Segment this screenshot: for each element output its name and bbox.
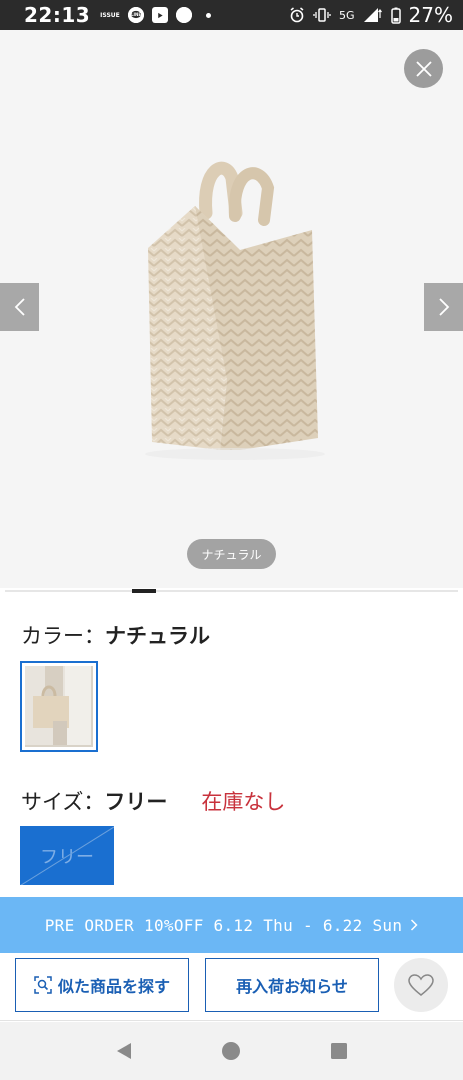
- line-icon: LINE: [127, 7, 144, 23]
- signal-icon: [363, 7, 383, 23]
- chevron-right-icon: [438, 298, 449, 316]
- status-time: 22:13: [24, 3, 91, 27]
- restock-notify-label: 再入荷お知らせ: [236, 977, 348, 996]
- swatch-image: [25, 666, 91, 745]
- image-color-label: ナチュラル: [187, 539, 276, 569]
- action-bar: 似た商品を探す 再入荷お知らせ: [0, 953, 463, 1021]
- color-selection-label: カラー：ナチュラル: [21, 620, 210, 650]
- size-label: サイズ：: [21, 790, 105, 814]
- gallery-indicator-track: [5, 590, 458, 592]
- product-image-gallery[interactable]: ナチュラル: [0, 30, 463, 588]
- zozotown-icon: [175, 7, 192, 23]
- color-label: カラー：: [21, 624, 105, 648]
- close-icon: [415, 60, 432, 77]
- more-notifications-dot: [205, 12, 211, 18]
- gallery-indicator-active: [132, 589, 156, 593]
- fashion-app-icon: ISSUE: [100, 11, 120, 19]
- chevron-right-icon: [411, 919, 418, 931]
- previous-image-button[interactable]: [0, 283, 39, 331]
- color-value: ナチュラル: [105, 624, 210, 648]
- status-bar: 22:13 ISSUE LINE 5G 27%: [0, 0, 463, 30]
- sold-out-strike: [20, 826, 114, 885]
- stock-status: 在庫なし: [201, 790, 286, 814]
- battery-level: 27%: [408, 3, 453, 27]
- system-navigation-bar: [0, 1022, 463, 1080]
- vibrate-icon: [313, 7, 331, 23]
- image-search-icon: [34, 976, 52, 994]
- preorder-banner[interactable]: PRE ORDER 10%OFF 6.12 Thu - 6.22 Sun: [0, 897, 463, 953]
- back-button[interactable]: [104, 1031, 144, 1071]
- chevron-left-icon: [14, 298, 25, 316]
- size-selection-label: サイズ： フリー 在庫なし: [21, 786, 285, 816]
- find-similar-label: 似た商品を探す: [57, 977, 170, 996]
- close-button[interactable]: [404, 49, 443, 88]
- notification-icons: ISSUE LINE: [100, 7, 211, 23]
- restock-notify-button[interactable]: 再入荷お知らせ: [205, 958, 379, 1012]
- battery-icon: [390, 7, 401, 24]
- find-similar-button[interactable]: 似た商品を探す: [15, 958, 189, 1012]
- next-image-button[interactable]: [424, 283, 463, 331]
- size-value: フリー: [104, 790, 168, 814]
- youtube-icon: [151, 7, 168, 23]
- swatch-thumbnail: [25, 666, 93, 747]
- product-image: [145, 161, 325, 460]
- recents-square-icon: [331, 1043, 348, 1059]
- network-type: 5G: [339, 8, 355, 22]
- home-button[interactable]: [211, 1031, 251, 1071]
- preorder-text: PRE ORDER 10%OFF 6.12 Thu - 6.22 Sun: [44, 915, 403, 935]
- alarm-icon: [289, 7, 305, 23]
- svg-text:LINE: LINE: [131, 12, 141, 17]
- home-circle-icon: [222, 1042, 241, 1060]
- recents-button[interactable]: [319, 1031, 359, 1071]
- heart-icon: [408, 973, 434, 996]
- back-triangle-icon: [116, 1043, 131, 1059]
- favorite-button[interactable]: [394, 958, 448, 1012]
- color-swatch-natural[interactable]: [20, 661, 98, 752]
- size-option-free[interactable]: フリー: [20, 826, 114, 885]
